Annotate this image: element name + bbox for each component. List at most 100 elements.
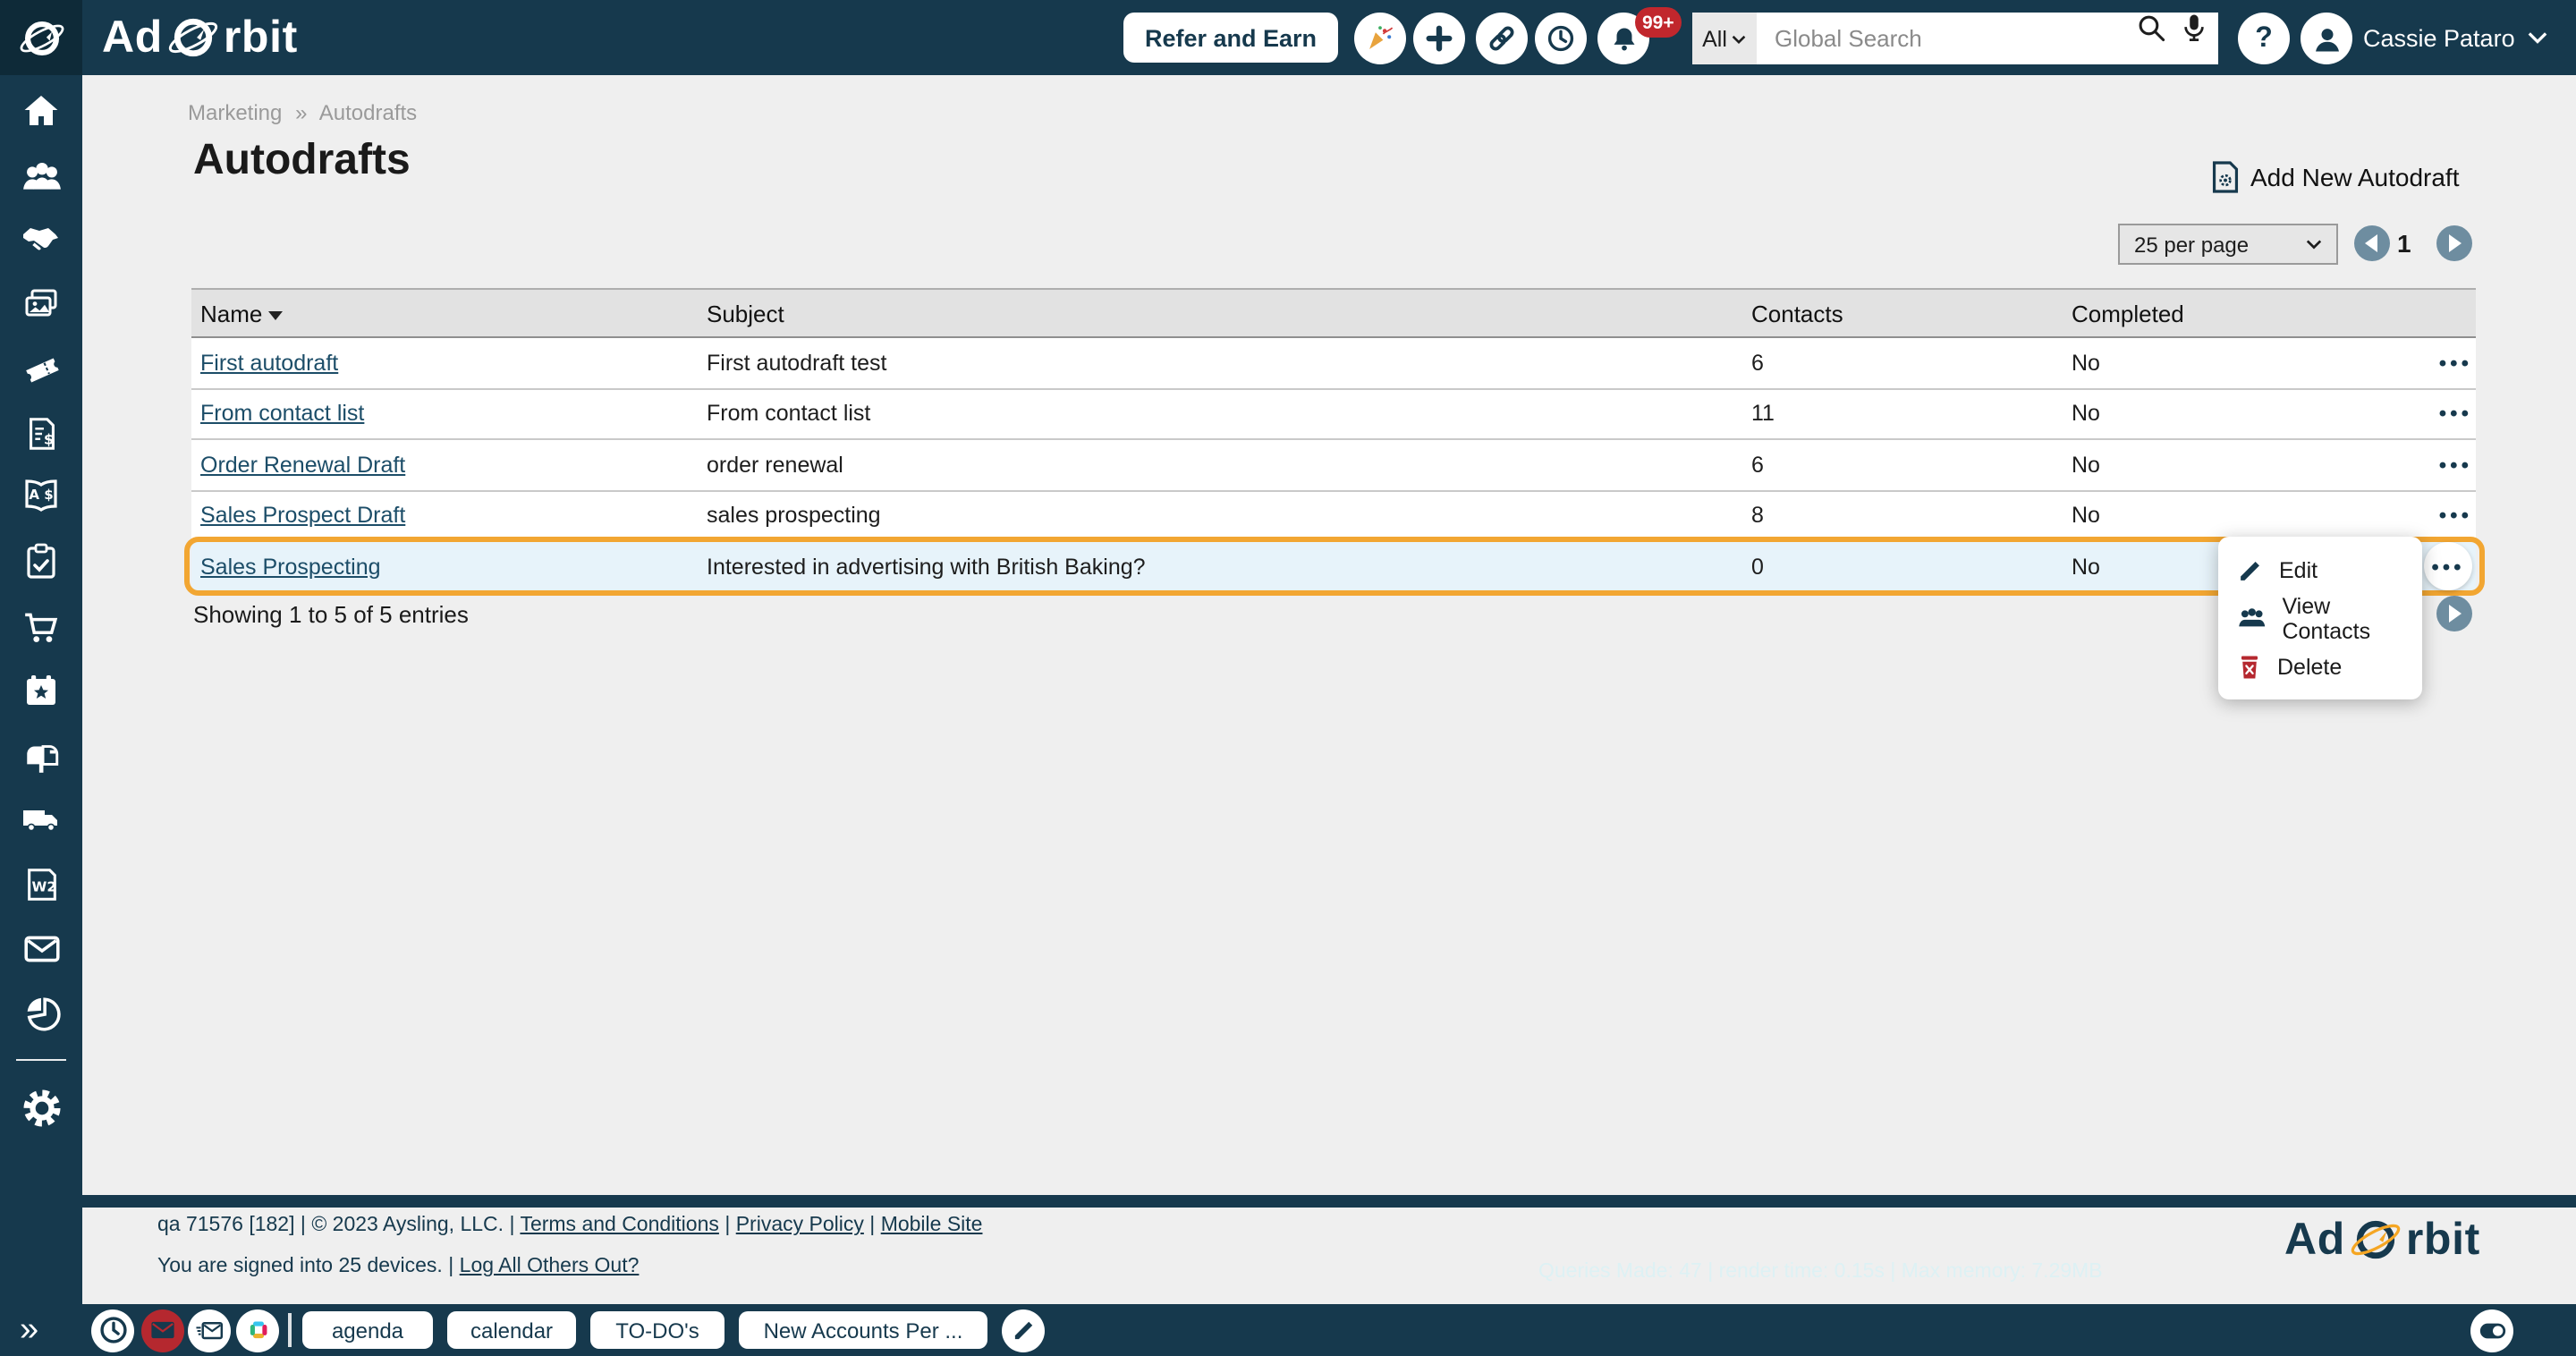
user-menu[interactable]: Cassie Pataro xyxy=(2363,0,2547,75)
column-header-name[interactable]: Name xyxy=(191,300,707,326)
taskbar-shortcut-calendar[interactable]: calendar xyxy=(447,1311,576,1349)
context-menu-edit[interactable]: Edit xyxy=(2218,546,2422,594)
table-row-selected: Sales Prospecting Interested in advertis… xyxy=(184,537,2485,595)
plus-icon xyxy=(1426,25,1453,52)
row-menu-button[interactable]: ••• xyxy=(2439,504,2472,529)
sidebar-item-events[interactable] xyxy=(9,658,73,723)
brand-left: Ad xyxy=(102,12,163,62)
row-menu-button[interactable]: ••• xyxy=(2439,351,2472,376)
unread-mail-button[interactable] xyxy=(141,1309,184,1352)
sidebar-item-delivery[interactable] xyxy=(9,787,73,852)
row-subject: First autodraft test xyxy=(707,350,887,376)
links-button[interactable] xyxy=(1476,13,1528,64)
next-page-button-bottom[interactable] xyxy=(2436,596,2472,631)
showing-entries-text: Showing 1 to 5 of 5 entries xyxy=(193,601,469,628)
row-name-link[interactable]: Sales Prospecting xyxy=(200,555,381,580)
row-subject: order renewal xyxy=(707,452,843,478)
sidebar-item-tasks[interactable] xyxy=(9,530,73,594)
log-others-out-link[interactable]: Log All Others Out? xyxy=(460,1256,640,1277)
sidebar-item-w2[interactable]: W2 xyxy=(9,852,73,916)
row-menu-button[interactable]: ••• xyxy=(2439,402,2472,427)
sidebar-item-media[interactable] xyxy=(9,272,73,336)
recent-activity-button[interactable] xyxy=(91,1309,134,1352)
slack-button[interactable] xyxy=(236,1309,279,1352)
table-header-row: Name Subject Contacts Completed xyxy=(191,288,2476,338)
orbit-logo-icon xyxy=(19,20,64,55)
row-contacts: 11 xyxy=(1751,401,1775,427)
images-icon xyxy=(25,289,57,317)
mobile-site-link[interactable]: Mobile Site xyxy=(881,1215,983,1236)
mail-send-icon xyxy=(196,1321,224,1339)
pencil-icon xyxy=(2241,561,2259,580)
row-name-link[interactable]: From contact list xyxy=(200,402,364,427)
sidebar-item-rate-card[interactable]: A $ xyxy=(9,465,73,530)
row-completed: No xyxy=(2072,503,2100,529)
help-button[interactable]: ? xyxy=(2238,13,2290,64)
chevron-down-icon xyxy=(2306,240,2322,250)
sidebar-item-home[interactable] xyxy=(9,79,73,143)
orbit-o-icon xyxy=(168,18,217,57)
brand-wordmark[interactable]: Ad rbit xyxy=(102,0,298,75)
sidebar-item-reports[interactable] xyxy=(9,980,73,1045)
privacy-link[interactable]: Privacy Policy xyxy=(736,1215,864,1236)
context-menu-delete[interactable]: Delete xyxy=(2218,642,2422,691)
document-gear-icon xyxy=(2212,161,2239,193)
column-header-contacts[interactable]: Contacts xyxy=(1751,300,2072,326)
row-name-link[interactable]: Order Renewal Draft xyxy=(200,453,405,478)
search-submit[interactable] xyxy=(2136,13,2166,52)
add-new-autodraft-button[interactable]: Add New Autodraft xyxy=(2211,161,2460,193)
column-header-completed[interactable]: Completed xyxy=(2072,300,2322,326)
mail-icon xyxy=(151,1321,174,1339)
expand-sidebar-button[interactable]: » xyxy=(20,1304,38,1356)
history-button[interactable] xyxy=(1535,13,1587,64)
user-avatar[interactable] xyxy=(2301,13,2352,64)
left-nav-sidebar: $ A $ W2 xyxy=(0,75,82,1356)
sidebar-item-orders[interactable] xyxy=(9,594,73,658)
arrow-right-icon xyxy=(2449,605,2462,623)
svg-text:$: $ xyxy=(43,429,53,446)
voice-search-button[interactable] xyxy=(2181,13,2207,52)
context-menu-view-contacts[interactable]: View Contacts xyxy=(2218,593,2422,643)
svg-text:A: A xyxy=(29,487,39,503)
invoice-icon: $ xyxy=(29,417,54,449)
toggle-button[interactable] xyxy=(2470,1309,2513,1352)
prev-page-button[interactable] xyxy=(2354,225,2390,261)
per-page-select[interactable]: 25 per page xyxy=(2118,224,2338,265)
notes-button[interactable] xyxy=(1002,1309,1045,1352)
sidebar-item-mailbox[interactable] xyxy=(9,723,73,787)
row-contacts: 6 xyxy=(1751,350,1764,376)
sidebar-item-contacts[interactable] xyxy=(9,143,73,208)
row-name-link[interactable]: Sales Prospect Draft xyxy=(200,504,405,529)
collapsed-logo[interactable] xyxy=(0,0,82,75)
footer-line2: You are signed into 25 devices. | Log Al… xyxy=(157,1256,640,1277)
taskbar-shortcut-agenda[interactable]: agenda xyxy=(302,1311,433,1349)
sidebar-item-tickets[interactable] xyxy=(9,336,73,401)
send-mail-button[interactable] xyxy=(188,1309,231,1352)
sidebar-item-settings[interactable] xyxy=(9,1075,73,1140)
footer-copyright: © 2023 Aysling, LLC. xyxy=(311,1215,504,1236)
taskbar-shortcut-todos[interactable]: TO-DO's xyxy=(590,1311,724,1349)
row-menu-button-active[interactable]: ••• xyxy=(2424,542,2472,591)
next-page-button[interactable] xyxy=(2436,225,2472,261)
footer-env: qa 71576 [182] xyxy=(157,1215,295,1236)
gear-icon xyxy=(22,1089,60,1126)
row-context-menu: Edit View Contacts Delete xyxy=(2218,537,2422,699)
row-menu-button[interactable]: ••• xyxy=(2439,453,2472,478)
taskbar-shortcut-new-accounts[interactable]: New Accounts Per ... xyxy=(739,1311,987,1349)
column-header-subject[interactable]: Subject xyxy=(707,300,1751,326)
terms-link[interactable]: Terms and Conditions xyxy=(520,1215,718,1236)
sidebar-item-deals[interactable] xyxy=(9,208,73,272)
search-scope-select[interactable]: All xyxy=(1692,13,1757,64)
sidebar-item-email[interactable] xyxy=(9,916,73,980)
brand-right: rbit xyxy=(223,12,298,62)
arrow-right-icon xyxy=(2449,234,2462,252)
sort-desc-icon xyxy=(267,310,283,320)
whats-new-button[interactable] xyxy=(1354,13,1406,64)
breadcrumb-marketing[interactable]: Marketing xyxy=(188,100,282,125)
sidebar-item-billing[interactable]: $ xyxy=(9,401,73,465)
row-name-link[interactable]: First autodraft xyxy=(200,351,338,376)
notification-badge: 99+ xyxy=(1635,7,1682,38)
taskbar-divider xyxy=(288,1313,291,1347)
quick-add-button[interactable] xyxy=(1413,13,1465,64)
refer-and-earn-button[interactable]: Refer and Earn xyxy=(1123,13,1338,63)
